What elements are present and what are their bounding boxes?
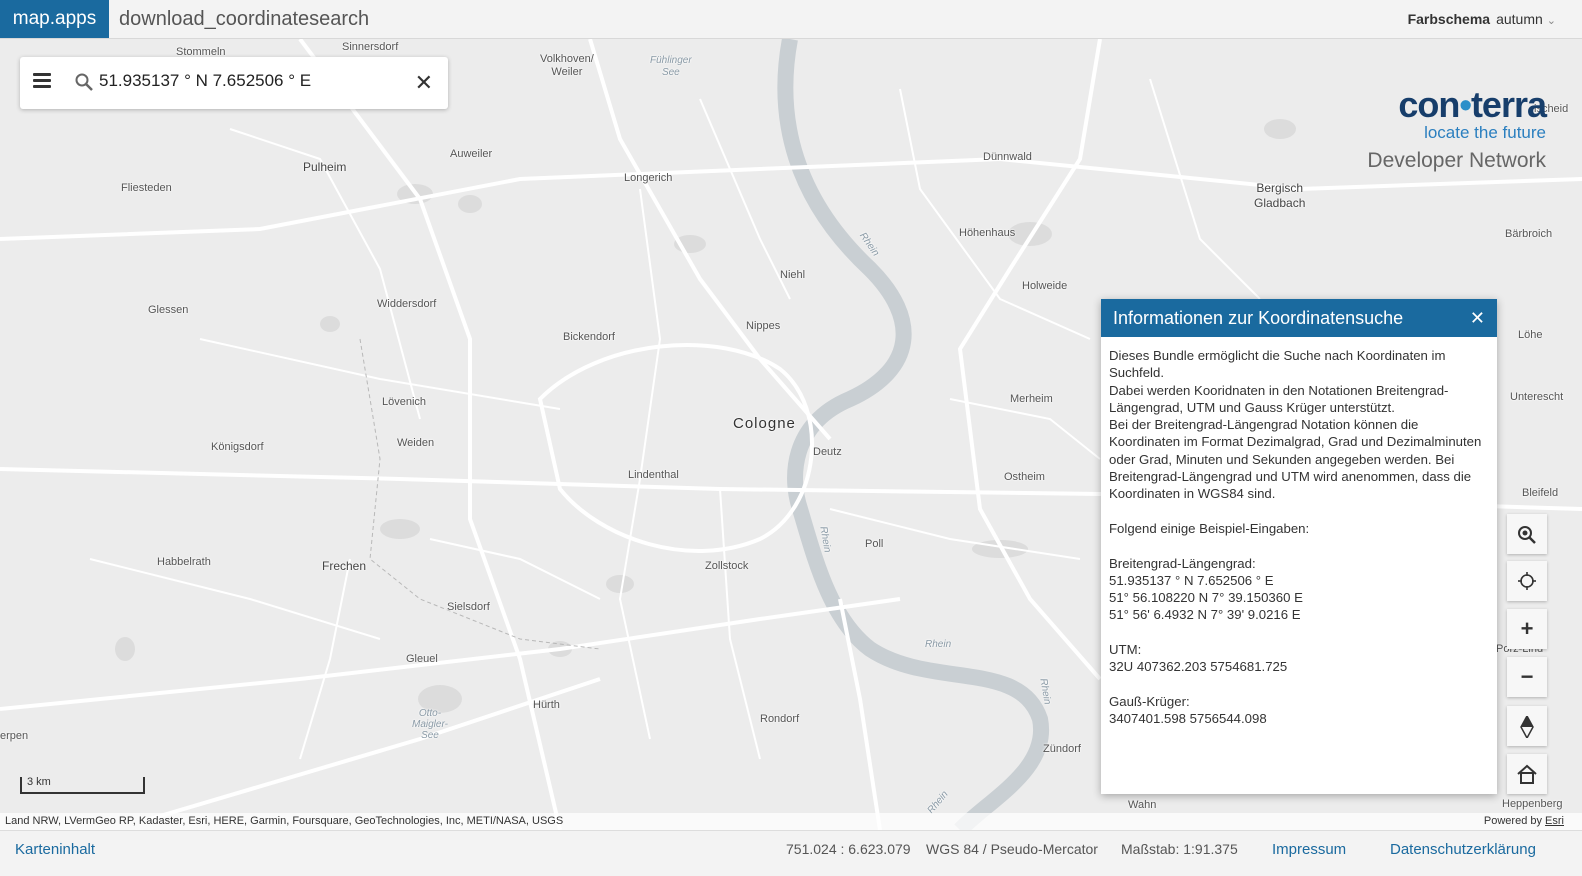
plus-icon: +	[1520, 616, 1534, 641]
home-button[interactable]	[1507, 754, 1547, 794]
logo-subtitle: Developer Network	[1367, 149, 1546, 172]
place-label: Frechen	[322, 559, 367, 573]
info-dialog: Informationen zur Koordinatensuche ✕ Die…	[1101, 299, 1497, 794]
top-bar: map.apps download_coordinatesearch Farbs…	[0, 0, 1582, 39]
search-input[interactable]: 51.935137 ° N 7.652506 ° E	[99, 71, 311, 91]
zoom-in-button[interactable]: +	[1507, 609, 1547, 649]
powered-by: Powered by Esri	[1484, 815, 1564, 827]
color-scheme-label: Farbschema	[1407, 11, 1491, 27]
crs-label: WGS 84 / Pseudo-Mercator	[926, 841, 1098, 857]
magnifier-icon	[1518, 526, 1536, 544]
lake-label: Fühlinger See	[650, 55, 692, 78]
place-label: Nippes	[746, 320, 781, 332]
logo-tagline: locate the future	[1424, 123, 1546, 142]
place-label: Poll	[865, 538, 884, 550]
conterra-logo: con•terra locate the future Developer Ne…	[1367, 84, 1547, 172]
place-label: Sielsdorf	[447, 601, 490, 613]
place-label: Habbelrath	[157, 556, 211, 568]
place-label: erpen	[0, 730, 29, 742]
place-label: Dünnwald	[983, 151, 1032, 163]
place-label: Pulheim	[303, 160, 347, 174]
home-icon	[1517, 764, 1537, 784]
place-label: Ostheim	[1004, 471, 1045, 483]
chevron-down-icon: ⌄	[1546, 15, 1556, 27]
place-label: Wahn	[1128, 799, 1157, 811]
color-scheme-value: autumn	[1496, 11, 1543, 27]
impressum-link[interactable]: Impressum	[1272, 841, 1346, 858]
place-label: Bleifeld	[1522, 487, 1559, 499]
place-label: Sinnersdorf	[342, 41, 399, 53]
place-label: Bergisch Gladbach	[1254, 181, 1306, 210]
lake-label: Otto- Maigler- See	[412, 708, 448, 741]
compass-icon	[1520, 714, 1534, 740]
logo-word-part1: con	[1398, 84, 1460, 125]
place-label: Fliesteden	[121, 182, 172, 194]
zoom-to-extent-button[interactable]	[1507, 514, 1547, 554]
place-label: Weiden	[397, 437, 435, 449]
powered-by-label: Powered by	[1483, 815, 1542, 827]
crosshair-icon	[1518, 572, 1536, 590]
scale-label: 3 km	[27, 776, 51, 788]
locate-button[interactable]	[1507, 561, 1547, 601]
brand-logo[interactable]: map.apps	[0, 0, 109, 38]
place-label: Bärbroich	[1505, 228, 1553, 240]
compass-button[interactable]	[1507, 706, 1547, 746]
place-label: Niehl	[780, 269, 806, 281]
footer-bar: Karteninhalt 751.024 : 6.623.079 WGS 84 …	[0, 830, 1582, 876]
map-content-link[interactable]: Karteninhalt	[15, 841, 95, 858]
esri-link[interactable]: Esri	[1545, 815, 1564, 827]
place-label: Rondorf	[760, 713, 800, 725]
place-label: Gleuel	[406, 653, 438, 665]
place-label: Deutz	[813, 446, 842, 458]
mouse-coordinates: 751.024 : 6.623.079	[786, 841, 911, 857]
scale-text: Maßstab: 1:91.375	[1121, 841, 1238, 857]
place-label: Longerich	[624, 172, 673, 184]
place-label: Unterescht	[1510, 391, 1564, 403]
place-label: Königsdorf	[211, 441, 264, 453]
attribution-text: Land NRW, LVermGeo RP, Kadaster, Esri, H…	[5, 815, 564, 827]
city-label: Cologne	[733, 415, 796, 432]
zoom-out-button[interactable]: −	[1507, 657, 1547, 697]
place-label: Widdersdorf	[377, 298, 437, 310]
menu-icon[interactable]	[33, 73, 51, 89]
dialog-header: Informationen zur Koordinatensuche ✕	[1101, 299, 1497, 337]
place-label: Hürth	[533, 699, 560, 711]
place-label: Holweide	[1022, 280, 1068, 292]
search-icon[interactable]	[75, 73, 93, 91]
place-label: Zollstock	[705, 560, 749, 572]
dialog-title: Informationen zur Koordinatensuche	[1113, 308, 1404, 328]
attribution-bar: Land NRW, LVermGeo RP, Kadaster, Esri, H…	[0, 813, 1582, 830]
minus-icon: −	[1520, 664, 1534, 689]
place-label: Auweiler	[450, 148, 493, 160]
place-label: Heppenberg	[1502, 798, 1563, 810]
search-bar: 51.935137 ° N 7.652506 ° E ✕	[20, 57, 448, 109]
place-label: Höhenhaus	[959, 227, 1016, 239]
dialog-body: Dieses Bundle ermöglicht die Suche nach …	[1109, 348, 1482, 727]
place-label: Bickendorf	[563, 331, 615, 343]
privacy-link[interactable]: Datenschutzerklärung	[1390, 841, 1536, 858]
place-label: Merheim	[1010, 393, 1053, 405]
scale-bar: 3 km	[20, 776, 145, 794]
app-title: download_coordinatesearch	[119, 8, 370, 30]
close-icon[interactable]: ✕	[415, 72, 433, 94]
place-label: Lindenthal	[628, 469, 679, 481]
place-label: Lövenich	[382, 396, 427, 408]
river-label: Rhein	[925, 639, 952, 650]
place-label: Zündorf	[1043, 743, 1081, 755]
place-label: Volkhoven/ Weiler	[540, 53, 594, 78]
place-label: Glessen	[148, 304, 189, 316]
logo-word-part2: terra	[1470, 84, 1547, 125]
place-label: Löhe	[1518, 329, 1543, 341]
color-scheme-selector[interactable]: Farbschema autumn ⌄	[1408, 0, 1556, 40]
close-icon[interactable]: ✕	[1470, 299, 1485, 337]
